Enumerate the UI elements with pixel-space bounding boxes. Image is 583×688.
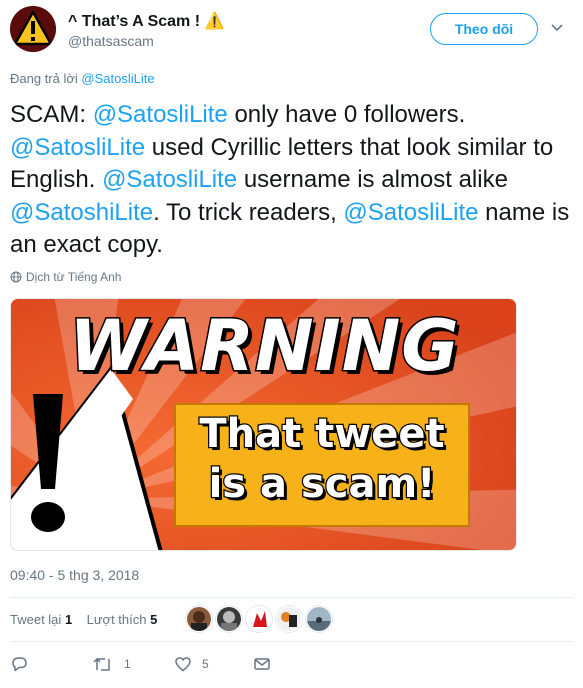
author-avatar[interactable]: [10, 6, 56, 52]
liker-avatar[interactable]: [276, 606, 302, 632]
reply-button[interactable]: [10, 655, 28, 673]
divider: [10, 641, 573, 642]
translate-label[interactable]: Dịch từ Tiếng Anh: [26, 270, 121, 284]
follow-button[interactable]: Theo dõi: [430, 13, 538, 45]
warning-headline: WARNING: [68, 304, 460, 389]
tweet-media-image[interactable]: WARNING That tweet is a scam!: [10, 298, 517, 551]
globe-icon: [10, 271, 22, 283]
reply-context-prefix: Đang trả lời: [10, 71, 78, 86]
liker-avatar[interactable]: [306, 606, 332, 632]
warning-line-2: is a scam!: [207, 460, 436, 509]
likes-count: 5: [150, 612, 158, 627]
tweet-stats: Tweet lại 1 Lượt thích 5: [10, 612, 157, 627]
reply-context-mention[interactable]: @SatosliLite: [81, 71, 154, 86]
like-count: 5: [202, 657, 209, 671]
mention-link[interactable]: @SatosliLite: [93, 101, 228, 128]
direct-message-button[interactable]: [253, 655, 271, 673]
mention-link[interactable]: @SatoshiLite: [10, 199, 153, 226]
liker-avatar[interactable]: [186, 606, 212, 632]
likes-stat[interactable]: Lượt thích 5: [87, 612, 158, 627]
tweet-text-segment: SCAM:: [10, 101, 93, 128]
tweet-action-bar: 1 5: [10, 655, 310, 677]
mention-link[interactable]: @SatosliLite: [343, 199, 478, 226]
tweet-text-segment: . To trick readers,: [153, 198, 344, 226]
tweet-text-segment: only have 0 followers.: [227, 101, 466, 128]
retweets-count: 1: [64, 612, 73, 627]
retweets-label: Tweet lại: [10, 612, 62, 627]
retweets-stat[interactable]: Tweet lại 1: [10, 612, 72, 627]
likes-label: Lượt thích: [86, 612, 147, 627]
tweet-text: SCAM: @SatosliLite only have 0 followers…: [10, 99, 570, 262]
heart-icon: [175, 657, 191, 672]
retweet-icon: [93, 657, 110, 671]
tweet-timestamp[interactable]: 09:40 - 5 thg 3, 2018: [10, 567, 139, 583]
author-display-name[interactable]: ^ That’s A Scam ! ⚠️: [68, 11, 224, 31]
liker-avatar[interactable]: [216, 606, 242, 632]
liker-avatars: [186, 606, 332, 632]
liker-avatar[interactable]: [246, 606, 272, 632]
retweet-count: 1: [124, 657, 131, 671]
reply-icon: [12, 657, 27, 672]
reply-context: Đang trả lời @SatosliLite: [10, 71, 155, 86]
chevron-down-icon[interactable]: [551, 20, 563, 38]
tweet-text-segment: username is almost alike: [237, 166, 508, 193]
mention-link[interactable]: @SatosliLite: [10, 134, 145, 161]
translate-link[interactable]: Dịch từ Tiếng Anh: [10, 270, 121, 284]
warning-line-1: That tweet: [198, 410, 446, 459]
divider: [10, 597, 573, 598]
warning-triangle-icon: [10, 6, 56, 52]
like-button[interactable]: 5: [174, 655, 209, 673]
mention-link[interactable]: @SatosliLite: [102, 166, 237, 193]
author-handle[interactable]: @thatsascam: [68, 33, 154, 49]
envelope-icon: [254, 658, 270, 670]
retweet-button[interactable]: 1: [92, 655, 131, 673]
